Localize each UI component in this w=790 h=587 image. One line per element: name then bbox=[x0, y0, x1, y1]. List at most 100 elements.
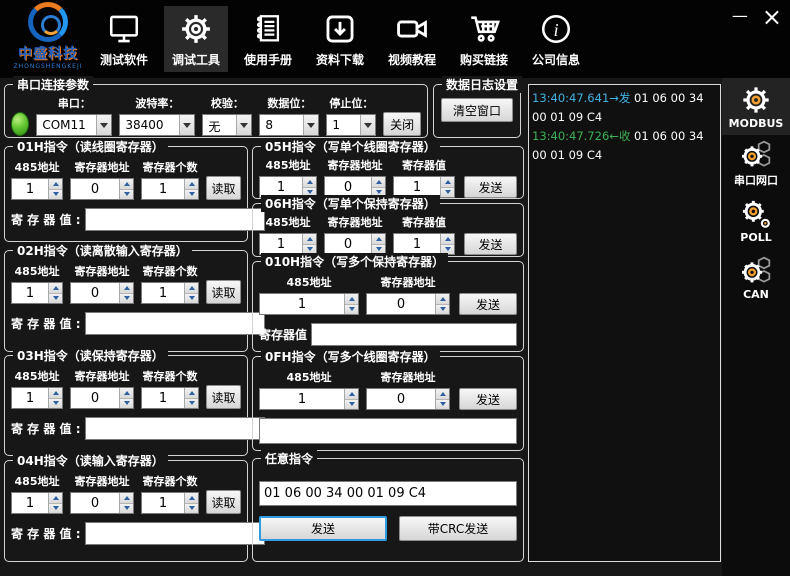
register-addr-stepper[interactable] bbox=[70, 282, 134, 304]
databits-select[interactable]: 8 bbox=[259, 114, 319, 136]
minimize-button[interactable]: — bbox=[732, 6, 748, 26]
spin-down-button[interactable] bbox=[436, 305, 449, 315]
spin-up-button[interactable] bbox=[441, 234, 454, 245]
parity-select[interactable]: 无 bbox=[202, 114, 252, 136]
spin-down-button[interactable] bbox=[49, 504, 62, 514]
read-button[interactable]: 读取 bbox=[206, 280, 241, 304]
spin-up-button[interactable] bbox=[441, 177, 454, 188]
addr-485-input[interactable] bbox=[260, 177, 302, 197]
spin-up-button[interactable] bbox=[49, 493, 62, 504]
toolbar-item-debug-tools[interactable]: 调试工具 bbox=[164, 6, 228, 72]
spin-down-button[interactable] bbox=[345, 400, 358, 410]
register-value-input[interactable] bbox=[85, 208, 265, 231]
sidebar-item-serial-ethernet[interactable]: 串口网口 bbox=[722, 135, 790, 192]
register-addr-input[interactable] bbox=[325, 177, 371, 197]
register-count-stepper[interactable] bbox=[141, 282, 199, 304]
spin-down-button[interactable] bbox=[345, 305, 358, 315]
register-addr-input[interactable] bbox=[325, 234, 371, 254]
register-addr-input[interactable] bbox=[367, 389, 435, 409]
spin-down-button[interactable] bbox=[120, 399, 133, 409]
register-addr-stepper[interactable] bbox=[70, 178, 134, 200]
register-count-input[interactable] bbox=[142, 493, 184, 513]
send-button[interactable]: 发送 bbox=[459, 388, 517, 410]
spin-up-button[interactable] bbox=[436, 294, 449, 305]
spin-down-button[interactable] bbox=[120, 504, 133, 514]
toolbar-item-test-software[interactable]: 测试软件 bbox=[92, 6, 156, 72]
spin-down-button[interactable] bbox=[49, 294, 62, 304]
spin-up-button[interactable] bbox=[185, 493, 198, 504]
addr-485-input[interactable] bbox=[12, 493, 48, 513]
read-button[interactable]: 读取 bbox=[206, 176, 241, 200]
spin-up-button[interactable] bbox=[120, 179, 133, 190]
spin-up-button[interactable] bbox=[303, 177, 316, 188]
spin-up-button[interactable] bbox=[49, 388, 62, 399]
register-count-stepper[interactable] bbox=[141, 387, 199, 409]
toolbar-item-company-info[interactable]: i 公司信息 bbox=[524, 6, 588, 72]
register-count-input[interactable] bbox=[142, 388, 184, 408]
register-count-stepper[interactable] bbox=[141, 492, 199, 514]
register-count-input[interactable] bbox=[142, 179, 184, 199]
read-button[interactable]: 读取 bbox=[206, 490, 241, 514]
spin-up-button[interactable] bbox=[303, 234, 316, 245]
port-select[interactable]: COM11 bbox=[36, 114, 112, 136]
register-addr-input[interactable] bbox=[71, 388, 119, 408]
register-addr-stepper[interactable] bbox=[324, 233, 386, 255]
register-value-input[interactable] bbox=[311, 323, 517, 346]
spin-up-button[interactable] bbox=[120, 493, 133, 504]
register-count-input[interactable] bbox=[142, 283, 184, 303]
addr-485-stepper[interactable] bbox=[11, 387, 63, 409]
addr-485-stepper[interactable] bbox=[259, 293, 359, 315]
register-value-input[interactable] bbox=[85, 417, 265, 440]
register-addr-stepper[interactable] bbox=[70, 492, 134, 514]
spin-up-button[interactable] bbox=[436, 389, 449, 400]
register-value-input[interactable] bbox=[85, 522, 265, 545]
baudrate-select[interactable]: 38400 bbox=[119, 114, 195, 136]
register-count-stepper[interactable] bbox=[141, 178, 199, 200]
addr-485-stepper[interactable] bbox=[11, 282, 63, 304]
register-addr-input[interactable] bbox=[71, 493, 119, 513]
toolbar-item-user-manual[interactable]: 使用手册 bbox=[236, 6, 300, 72]
arbitrary-cmd-input[interactable] bbox=[259, 481, 517, 506]
spin-up-button[interactable] bbox=[49, 283, 62, 294]
spin-up-button[interactable] bbox=[345, 294, 358, 305]
spin-up-button[interactable] bbox=[120, 283, 133, 294]
spin-down-button[interactable] bbox=[436, 400, 449, 410]
addr-485-stepper[interactable] bbox=[259, 233, 317, 255]
spin-up-button[interactable] bbox=[372, 177, 385, 188]
send-button[interactable]: 发送 bbox=[464, 176, 517, 198]
spin-down-button[interactable] bbox=[441, 188, 454, 198]
addr-485-input[interactable] bbox=[12, 179, 48, 199]
register-value-stepper[interactable] bbox=[393, 233, 455, 255]
spin-up-button[interactable] bbox=[345, 389, 358, 400]
spin-up-button[interactable] bbox=[120, 388, 133, 399]
register-value-input[interactable] bbox=[259, 418, 517, 444]
stopbits-select[interactable]: 1 bbox=[326, 114, 376, 136]
spin-up-button[interactable] bbox=[185, 179, 198, 190]
addr-485-stepper[interactable] bbox=[11, 178, 63, 200]
register-addr-input[interactable] bbox=[71, 179, 119, 199]
toolbar-item-video-tutorials[interactable]: 视频教程 bbox=[380, 6, 444, 72]
read-button[interactable]: 读取 bbox=[206, 385, 241, 409]
toolbar-item-downloads[interactable]: 资料下载 bbox=[308, 6, 372, 72]
spin-down-button[interactable] bbox=[185, 399, 198, 409]
sidebar-item-modbus[interactable]: MODBUS bbox=[722, 78, 790, 135]
register-value-input[interactable] bbox=[394, 234, 440, 254]
log-panel[interactable]: 13:40:47.641→发 01 06 00 34 00 01 09 C4 1… bbox=[528, 84, 721, 562]
register-value-input[interactable] bbox=[85, 312, 265, 335]
sidebar-item-can[interactable]: CAN bbox=[722, 249, 790, 306]
addr-485-input[interactable] bbox=[260, 389, 344, 409]
serial-close-button[interactable]: 关闭 bbox=[383, 112, 421, 136]
send-button[interactable]: 发送 bbox=[459, 293, 517, 315]
send-with-crc-button[interactable]: 带CRC发送 bbox=[399, 516, 517, 541]
send-button[interactable]: 发送 bbox=[259, 516, 387, 541]
register-addr-input[interactable] bbox=[71, 283, 119, 303]
addr-485-input[interactable] bbox=[12, 283, 48, 303]
spin-up-button[interactable] bbox=[185, 283, 198, 294]
addr-485-input[interactable] bbox=[260, 234, 302, 254]
spin-down-button[interactable] bbox=[49, 190, 62, 200]
addr-485-input[interactable] bbox=[260, 294, 344, 314]
register-addr-stepper[interactable] bbox=[70, 387, 134, 409]
clear-log-button[interactable]: 清空窗口 bbox=[441, 98, 513, 122]
spin-down-button[interactable] bbox=[185, 190, 198, 200]
register-addr-input[interactable] bbox=[367, 294, 435, 314]
